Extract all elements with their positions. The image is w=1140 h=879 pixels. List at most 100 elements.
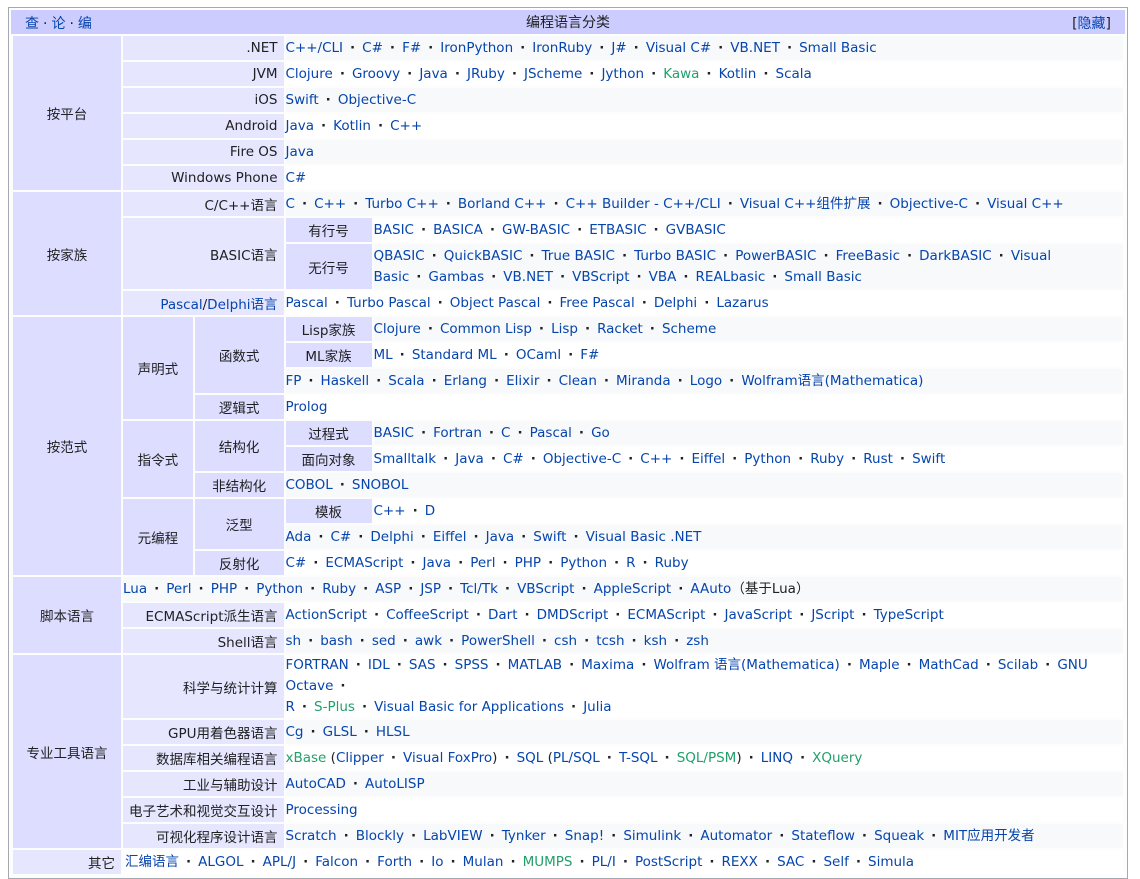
- list-item-link[interactable]: SAS: [409, 657, 436, 673]
- list-item-link[interactable]: LabVIEW: [423, 828, 482, 844]
- list-item-link[interactable]: Java: [455, 451, 484, 467]
- list-item-link[interactable]: zsh: [686, 633, 709, 649]
- list-item-link[interactable]: BASICA: [433, 222, 483, 238]
- paradigm-template-label[interactable]: 模板: [285, 499, 372, 523]
- list-item-link[interactable]: Snap!: [565, 828, 604, 844]
- list-item-link[interactable]: ksh: [644, 633, 667, 649]
- paradigm-oop-label[interactable]: 面向对象: [285, 447, 372, 471]
- platform-wp-label[interactable]: Windows Phone: [123, 166, 284, 190]
- list-item-link[interactable]: Wolfram 语言(Mathematica): [653, 657, 839, 673]
- family-basic-label[interactable]: BASIC语言: [123, 218, 284, 289]
- list-item-link[interactable]: Gambas: [428, 269, 484, 285]
- list-item-link[interactable]: OCaml: [516, 347, 561, 363]
- list-item-link[interactable]: sh: [286, 633, 302, 649]
- list-item-link[interactable]: C++ Builder - C++/CLI: [566, 196, 721, 212]
- list-item-link[interactable]: D: [425, 503, 435, 519]
- list-item-link[interactable]: MUMPS: [523, 854, 573, 870]
- list-item-link[interactable]: Miranda: [616, 373, 671, 389]
- list-item-link[interactable]: Visual C++: [987, 196, 1064, 212]
- list-item-link[interactable]: F#: [580, 347, 599, 363]
- list-item-link[interactable]: Kawa: [663, 66, 699, 82]
- list-item-link[interactable]: C++: [640, 451, 672, 467]
- list-item-link[interactable]: Python: [560, 555, 607, 571]
- list-item-link[interactable]: Common Lisp: [440, 321, 532, 337]
- list-item-link[interactable]: Ruby: [655, 555, 689, 571]
- platform-ios-label[interactable]: iOS: [123, 88, 284, 112]
- list-item-link[interactable]: Blockly: [356, 828, 404, 844]
- list-item-link[interactable]: SNOBOL: [352, 477, 408, 493]
- list-item-link[interactable]: ECMAScript: [627, 607, 705, 623]
- list-item-link[interactable]: MATLAB: [508, 657, 562, 673]
- xquery-link[interactable]: XQuery: [812, 750, 862, 766]
- platform-jvm-label[interactable]: JVM: [123, 62, 284, 86]
- list-item-link[interactable]: JSP: [420, 581, 441, 597]
- list-item-link[interactable]: Maple: [859, 657, 900, 673]
- list-item-link[interactable]: Dart: [488, 607, 518, 623]
- list-item-link[interactable]: VB.NET: [503, 269, 553, 285]
- list-item-link[interactable]: Forth: [377, 854, 412, 870]
- list-item-link[interactable]: IronPython: [440, 40, 513, 56]
- paradigm-generic[interactable]: 泛型: [194, 499, 284, 549]
- list-item-link[interactable]: Scala: [388, 373, 424, 389]
- list-item-link[interactable]: C++: [390, 118, 422, 134]
- list-item-link[interactable]: Borland C++: [458, 196, 547, 212]
- list-item-link[interactable]: R: [626, 555, 635, 571]
- list-item-link[interactable]: IDL: [368, 657, 390, 673]
- paradigm-unstructured-label[interactable]: 非结构化: [194, 473, 284, 497]
- script-ecma-label[interactable]: ECMAScript派生语言: [123, 603, 284, 627]
- list-item-link[interactable]: Java: [286, 144, 315, 160]
- list-item-link[interactable]: Clojure: [286, 66, 333, 82]
- list-item-link[interactable]: J#: [611, 40, 626, 56]
- list-item-link[interactable]: Visual C++组件扩展: [740, 196, 871, 212]
- list-item-link[interactable]: ASP: [375, 581, 401, 597]
- list-item-link[interactable]: True BASIC: [542, 248, 615, 264]
- list-item-link[interactable]: 汇编语言: [125, 854, 179, 870]
- list-item-link[interactable]: ML: [374, 347, 393, 363]
- list-item-link[interactable]: MIT应用开发者: [943, 828, 1034, 844]
- family-pascal-label[interactable]: Pascal/Delphi语言: [123, 291, 284, 315]
- list-item-link[interactable]: C#: [286, 170, 307, 186]
- list-item-link[interactable]: Visual Basic .NET: [586, 529, 702, 545]
- list-item-link[interactable]: Lisp: [551, 321, 578, 337]
- list-item-link[interactable]: Turbo C++: [365, 196, 438, 212]
- family-c-label[interactable]: C/C++语言: [123, 192, 284, 216]
- group-script[interactable]: 脚本语言: [13, 577, 121, 653]
- list-item-link[interactable]: Pascal: [286, 295, 328, 311]
- list-item-link[interactable]: Prolog: [286, 399, 328, 415]
- paradigm-declarative[interactable]: 声明式: [123, 317, 193, 419]
- paradigm-functional[interactable]: 函数式: [194, 317, 284, 393]
- list-item-link[interactable]: Scheme: [662, 321, 716, 337]
- aauto-link[interactable]: AAuto: [690, 581, 731, 597]
- list-item-link[interactable]: Objective-C: [338, 92, 416, 108]
- list-item-link[interactable]: Swift: [286, 92, 319, 108]
- platform-android-label[interactable]: Android: [123, 114, 284, 138]
- list-item-link[interactable]: APL/J: [263, 854, 296, 870]
- list-item-link[interactable]: VBScript: [572, 269, 629, 285]
- list-item-link[interactable]: GW-BASIC: [502, 222, 570, 238]
- platform-fireos-label[interactable]: Fire OS: [123, 140, 284, 164]
- foxpro-link[interactable]: Visual FoxPro: [403, 750, 492, 766]
- sqlpsm-link[interactable]: SQL/PSM: [677, 750, 737, 766]
- list-item-link[interactable]: DMDScript: [537, 607, 609, 623]
- list-item-link[interactable]: Rust: [863, 451, 893, 467]
- list-item-link[interactable]: Java: [419, 66, 448, 82]
- list-item-link[interactable]: Ada: [286, 529, 312, 545]
- list-item-link[interactable]: SPSS: [455, 657, 489, 673]
- list-item-link[interactable]: MathCad: [919, 657, 979, 673]
- linq-link[interactable]: LINQ: [761, 750, 793, 766]
- list-item-link[interactable]: sed: [372, 633, 396, 649]
- list-item-link[interactable]: Objective-C: [890, 196, 968, 212]
- list-item-link[interactable]: ETBASIC: [589, 222, 646, 238]
- list-item-link[interactable]: DarkBASIC: [919, 248, 992, 264]
- xbase-link[interactable]: xBase: [286, 750, 327, 766]
- list-item-link[interactable]: Fortran: [433, 425, 482, 441]
- list-item-link[interactable]: COBOL: [286, 477, 333, 493]
- script-shell-label[interactable]: Shell语言: [123, 629, 284, 653]
- list-item-link[interactable]: ActionScript: [286, 607, 367, 623]
- view-link[interactable]: 查: [25, 16, 39, 32]
- list-item-link[interactable]: Mulan: [463, 854, 504, 870]
- list-item-link[interactable]: Swift: [533, 529, 566, 545]
- list-item-link[interactable]: S-Plus: [314, 699, 355, 715]
- list-item-link[interactable]: Automator: [700, 828, 772, 844]
- list-item-link[interactable]: C#: [503, 451, 524, 467]
